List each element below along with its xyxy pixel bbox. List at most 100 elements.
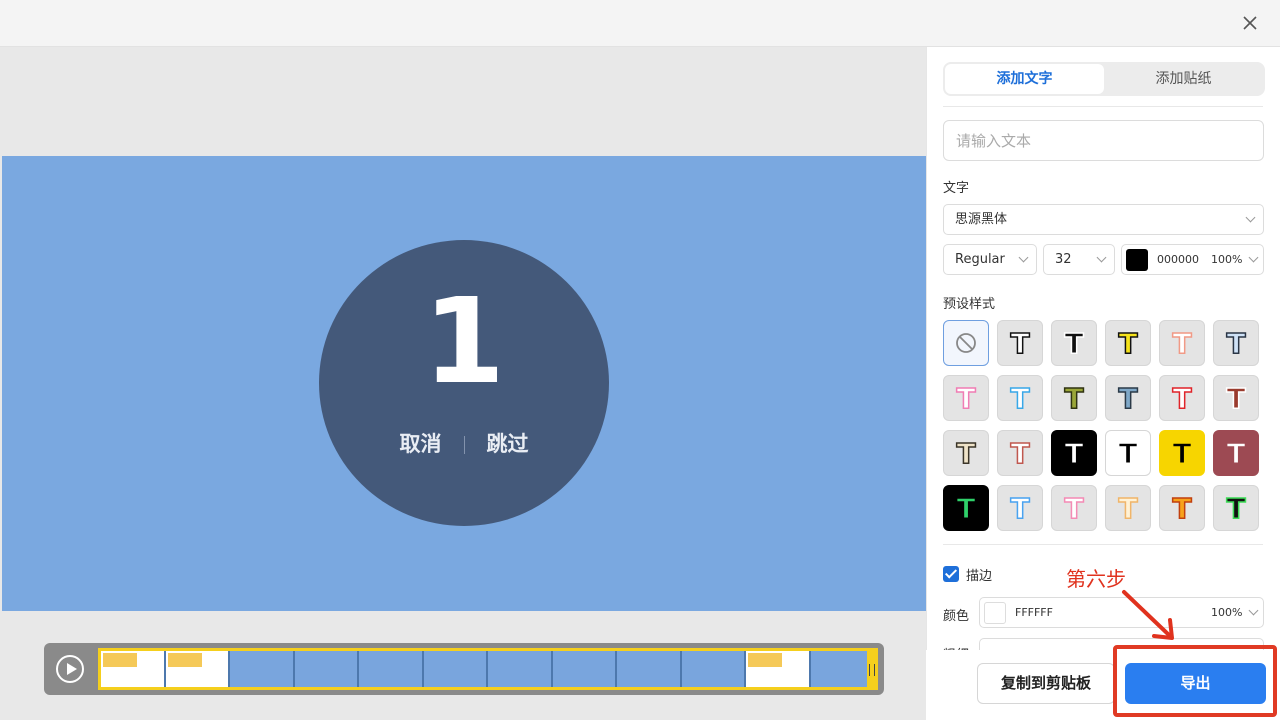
text-style-icon: T: [1172, 326, 1193, 361]
timeline-frame: [423, 651, 488, 687]
stroke-label: 描边: [966, 569, 993, 584]
tab-bar: 添加文字 添加贴纸: [943, 62, 1265, 96]
chevron-down-icon: [1018, 252, 1029, 263]
preset-style-white-pink-outline[interactable]: T: [943, 375, 989, 421]
timeline-frame: [681, 651, 746, 687]
preset-style-beige-dark-outline[interactable]: T: [943, 430, 989, 476]
preset-style-white-pink-gradient[interactable]: T: [1051, 485, 1097, 531]
text-style-icon: T: [956, 381, 977, 416]
font-color-hex: 000000: [1157, 253, 1199, 266]
arrow-icon: [1122, 590, 1174, 640]
preset-none[interactable]: [943, 320, 989, 366]
preset-style-white-on-maroon[interactable]: T: [1213, 430, 1259, 476]
preset-style-black-on-white[interactable]: T: [1105, 430, 1151, 476]
font-opacity: 100%: [1211, 253, 1243, 266]
chevron-down-icon: [1245, 212, 1256, 223]
close-icon[interactable]: [1240, 13, 1260, 33]
font-weight-select[interactable]: Regular: [943, 244, 1037, 275]
preset-style-white-blue-outline[interactable]: T: [997, 375, 1043, 421]
preset-style-green-on-black[interactable]: T: [943, 485, 989, 531]
text-input[interactable]: [943, 120, 1264, 161]
timeline-frame: [810, 651, 875, 687]
text-style-icon: T: [1172, 381, 1193, 416]
text-style-icon: T: [1172, 436, 1193, 471]
stroke-color-hex: FFFFFF: [1015, 606, 1053, 619]
text-style-icon: T: [1226, 326, 1247, 361]
font-family-value: 思源黑体: [955, 212, 1008, 227]
preset-style-brown[interactable]: T: [1213, 375, 1259, 421]
preset-style-white-salmon-outline[interactable]: T: [1159, 320, 1205, 366]
stroke-opacity: 100%: [1211, 606, 1243, 619]
text-style-icon: T: [1010, 491, 1031, 526]
text-style-icon: T: [1010, 436, 1031, 471]
title-bar: [0, 0, 1280, 47]
preset-style-white-rose-outline[interactable]: T: [997, 430, 1043, 476]
preset-style-black-on-yellow[interactable]: T: [1159, 430, 1205, 476]
text-style-icon: T: [1010, 381, 1031, 416]
timeline-frame: [617, 651, 682, 687]
stroke-color-swatch: [984, 602, 1006, 624]
no-style-icon: [956, 333, 976, 353]
text-style-icon: T: [1010, 326, 1031, 361]
font-size-value: 32: [1055, 252, 1072, 267]
preset-section-label: 预设样式: [943, 297, 996, 312]
timeline-frame: [294, 651, 359, 687]
preset-style-white-on-black[interactable]: T: [1051, 430, 1097, 476]
preset-style-lightblue-dark-outline[interactable]: T: [1213, 320, 1259, 366]
divider: [943, 544, 1263, 545]
countdown-circle: 1 取消 跳过: [319, 240, 609, 526]
text-style-icon: T: [956, 436, 977, 471]
preset-style-yellow-black-outline[interactable]: T: [1105, 320, 1151, 366]
preset-style-black[interactable]: T: [1051, 320, 1097, 366]
tab-add-text[interactable]: 添加文字: [945, 64, 1104, 94]
countdown-actions: 取消 跳过: [319, 428, 609, 458]
timeline-frame: [101, 651, 166, 687]
timeline-frame: [165, 651, 230, 687]
highlight-box: [1113, 645, 1277, 717]
font-size-select[interactable]: 32: [1043, 244, 1115, 275]
step-annotation: 第六步: [1066, 567, 1126, 591]
preset-style-black-green-shadow[interactable]: T: [1213, 485, 1259, 531]
timeline-frame: [746, 651, 811, 687]
text-style-icon: T: [1064, 381, 1085, 416]
preset-style-cream-orange-outline[interactable]: T: [1105, 485, 1151, 531]
timeline-frame: [488, 651, 553, 687]
text-style-icon: T: [1118, 326, 1139, 361]
chevron-down-icon: [1248, 252, 1259, 263]
timeline-frame: [359, 651, 424, 687]
video-preview: 1 取消 跳过: [2, 156, 926, 611]
text-style-icon: T: [1226, 381, 1247, 416]
text-section-label: 文字: [943, 181, 970, 196]
timeline-track[interactable]: [98, 648, 878, 690]
chevron-down-icon: [1248, 605, 1259, 616]
font-color-picker[interactable]: 000000 100%: [1121, 244, 1264, 275]
text-style-icon: T: [1118, 381, 1139, 416]
play-icon[interactable]: [56, 655, 84, 683]
stroke-color-label: 颜色: [943, 609, 970, 624]
divider: [943, 106, 1263, 107]
text-style-icon: T: [956, 491, 977, 526]
tab-add-sticker[interactable]: 添加贴纸: [1104, 64, 1263, 94]
stroke-checkbox[interactable]: [943, 566, 959, 582]
preset-style-white-black-outline[interactable]: T: [997, 320, 1043, 366]
chevron-down-icon: [1096, 252, 1107, 263]
font-weight-value: Regular: [955, 252, 1005, 267]
preview-area: 1 取消 跳过: [0, 47, 926, 720]
timeline: [44, 643, 884, 695]
cancel-text: 取消: [399, 432, 442, 456]
preset-style-steelblue-dark-outline[interactable]: T: [1105, 375, 1151, 421]
preset-grid: TTTTTTTTTTTTTTTTTTTTTTT: [943, 320, 1265, 531]
timeline-frame: [552, 651, 617, 687]
copy-to-clipboard-button[interactable]: 复制到剪贴板: [977, 663, 1115, 704]
preset-style-white-blue-gradient[interactable]: T: [997, 485, 1043, 531]
preset-style-orange-gradient[interactable]: T: [1159, 485, 1205, 531]
trim-handle-right[interactable]: [867, 651, 875, 687]
timeline-frame: [230, 651, 295, 687]
preset-style-olive-dark-outline[interactable]: T: [1051, 375, 1097, 421]
preset-style-white-red-outline[interactable]: T: [1159, 375, 1205, 421]
text-style-icon: T: [1118, 436, 1139, 471]
font-family-select[interactable]: 思源黑体: [943, 204, 1264, 235]
edit-panel: 添加文字 添加贴纸 文字 思源黑体 Regular 32 000000 100%…: [926, 47, 1280, 720]
countdown-number: 1: [422, 272, 506, 410]
text-style-icon: T: [1064, 326, 1085, 361]
